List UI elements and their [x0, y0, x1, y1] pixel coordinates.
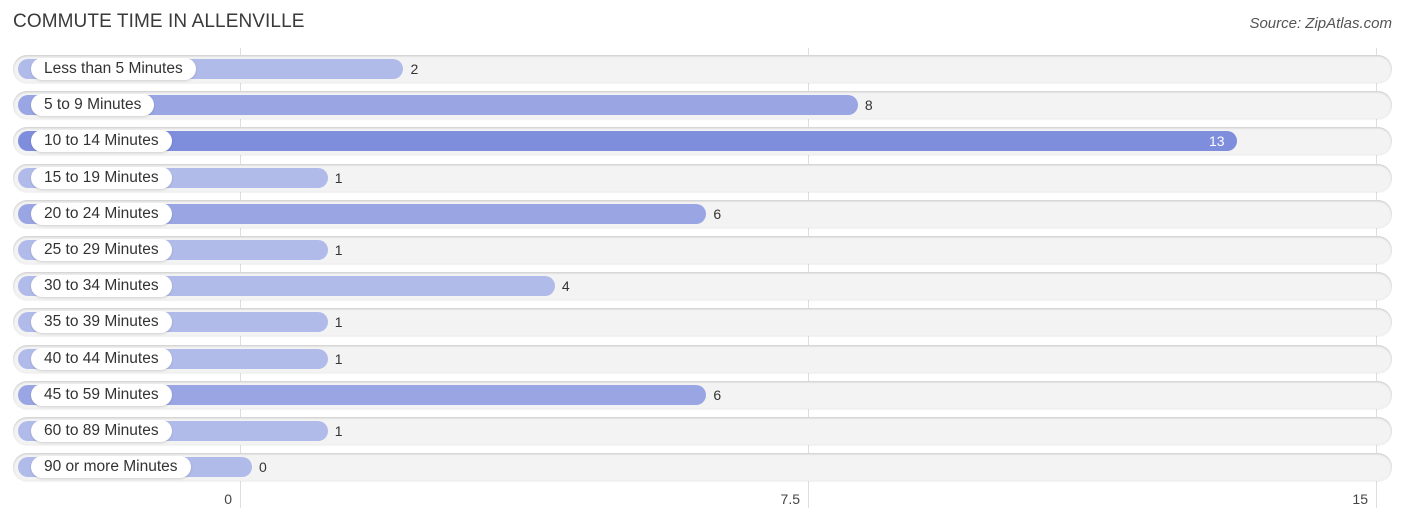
value-label: 0: [259, 459, 267, 476]
x-tick-label: 15: [1352, 491, 1368, 507]
value-label: 13: [1208, 133, 1225, 150]
value-label: 1: [334, 423, 343, 439]
category-label: 15 to 19 Minutes: [31, 166, 172, 189]
value-label: 1: [334, 169, 343, 186]
category-label: 60 to 89 Minutes: [31, 420, 172, 442]
category-label: Less than 5 Minutes: [31, 58, 196, 80]
value-label: 4: [561, 278, 570, 295]
category-label: 25 to 29 Minutes: [31, 239, 172, 261]
chart-title: COMMUTE TIME IN ALLENVILLE: [13, 11, 305, 32]
value-label: 8: [864, 97, 873, 114]
category-label: 30 to 34 Minutes: [31, 275, 172, 298]
value-label: 1: [334, 350, 343, 367]
x-tick-label: 7.5: [780, 491, 800, 507]
x-tick-label: 0: [224, 491, 232, 507]
value-label: 2: [410, 61, 419, 77]
category-label: 45 to 59 Minutes: [31, 383, 172, 406]
category-label: 90 or more Minutes: [31, 456, 191, 479]
category-label: 35 to 39 Minutes: [31, 311, 172, 334]
category-label: 20 to 24 Minutes: [31, 202, 172, 225]
value-label: 1: [334, 242, 343, 258]
value-label: 6: [713, 386, 722, 403]
value-label: 1: [334, 314, 343, 331]
category-label: 10 to 14 Minutes: [31, 130, 172, 153]
category-label: 40 to 44 Minutes: [31, 347, 172, 370]
value-label: 6: [713, 205, 722, 222]
bar: [18, 131, 1237, 152]
source-label: Source: ZipAtlas.com: [1249, 15, 1392, 32]
category-label: 5 to 9 Minutes: [31, 94, 155, 117]
